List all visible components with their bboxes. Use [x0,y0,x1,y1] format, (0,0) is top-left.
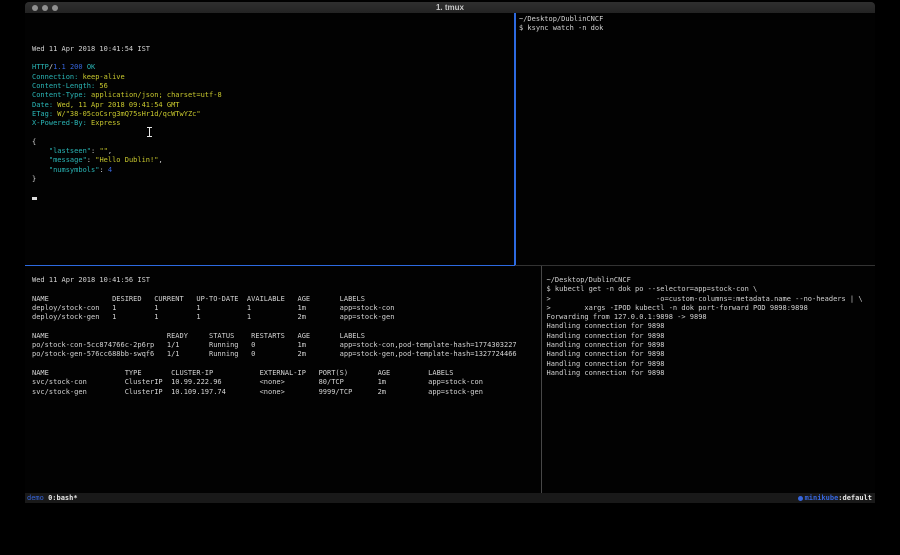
terminal-line: NAME READY STATUS RESTARTS AGE LABELS [32,332,548,341]
minimize-button[interactable] [42,5,48,11]
terminal-line [32,129,521,138]
terminal-line: deploy/stock-gen 1 1 1 1 2m app=stock-ge… [32,313,548,322]
traffic-lights [32,5,58,11]
terminal-line [32,184,521,193]
terminal-line: ETag: W/"38-05coCsrg3mQ75sHr1d/qcWTwYZc" [32,110,521,119]
terminal-cursor [32,197,37,200]
terminal-line: $ kubectl get -n dok po --selector=app=s… [547,285,879,294]
terminal-line: > -o=custom-columns=:metadata.name --no-… [547,295,879,304]
terminal-line: ~/Desktop/DublinCNCF [519,15,878,24]
pane-http-response[interactable]: Wed 11 Apr 2018 10:41:54 IST HTTP/1.1 200… [25,13,521,268]
kube-context: minikube [805,493,839,503]
terminal-line: Forwarding from 127.0.0.1:9898 -> 9898 [547,313,879,322]
terminal-line: po/stock-gen-576cc688bb-swqf6 1/1 Runnin… [32,350,548,359]
terminal-line: NAME TYPE CLUSTER-IP EXTERNAL-IP PORT(S)… [32,369,548,378]
terminal-line: "lastseen": "", [32,147,521,156]
terminal-line [32,285,548,294]
terminal-line: deploy/stock-con 1 1 1 1 1m app=stock-co… [32,304,548,313]
terminal-line: Wed 11 Apr 2018 10:41:56 IST [32,276,548,285]
mouse-ibeam-cursor [147,127,152,137]
terminal-line: Handling connection for 9898 [547,322,879,331]
terminal-line [32,322,548,331]
terminal-line: > xargs -IPOD kubectl -n dok port-forwar… [547,304,879,313]
terminal-line [32,194,521,203]
pane-port-forward[interactable]: ~/Desktop/DublinCNCF$ kubectl get -n dok… [543,266,879,503]
pane-kubectl-get[interactable]: Wed 11 Apr 2018 10:41:56 IST NAME DESIRED… [25,266,548,503]
terminal-line: Handling connection for 9898 [547,350,879,359]
window-title: 1. tmux [25,2,875,13]
terminal-line: } [32,175,521,184]
terminal-line: $ ksync watch -n dok [519,24,878,33]
terminal-line: svc/stock-con ClusterIP 10.99.222.96 <no… [32,378,548,387]
terminal-line: Wed 11 Apr 2018 10:41:54 IST [32,45,521,54]
terminal-line: ~/Desktop/DublinCNCF [547,276,879,285]
terminal-line: X-Powered-By: Express [32,119,521,128]
window-item-current[interactable]: 0:bash* [44,494,82,502]
terminal-line: "message": "Hello Dublin!", [32,156,521,165]
pane-ksync-watch[interactable]: ~/Desktop/DublinCNCF$ ksync watch -n dok [516,13,878,266]
terminal-line [32,360,548,369]
terminal-line: NAME DESIRED CURRENT UP-TO-DATE AVAILABL… [32,295,548,304]
terminal-line: svc/stock-gen ClusterIP 10.109.197.74 <n… [32,388,548,397]
terminal-line: "numsymbols": 4 [32,166,521,175]
tmux-status-bar: demo 0:bash* minikube:default [25,493,875,503]
terminal-line: Content-Length: 56 [32,82,521,91]
terminal-line: { [32,138,521,147]
zoom-button[interactable] [52,5,58,11]
status-left: demo 0:bash* [25,493,82,503]
status-right: minikube:default [798,493,875,503]
terminal-line: po/stock-con-5cc874766c-2p6rp 1/1 Runnin… [32,341,548,350]
terminal-window: 1. tmux Wed 11 Apr 2018 10:41:54 IST HTTP… [25,2,875,503]
kube-namespace: :default [838,493,872,503]
terminal-line: Date: Wed, 11 Apr 2018 09:41:54 GMT [32,101,521,110]
kubernetes-context-icon [798,496,803,501]
terminal-line: Handling connection for 9898 [547,341,879,350]
terminal-line [32,54,521,63]
terminal-line: Connection: keep-alive [32,73,521,82]
terminal-line: Handling connection for 9898 [547,332,879,341]
session-name: demo [27,494,44,502]
terminal-line: Content-Type: application/json; charset=… [32,91,521,100]
close-button[interactable] [32,5,38,11]
terminal-line: Handling connection for 9898 [547,369,879,378]
terminal-line: Handling connection for 9898 [547,360,879,369]
terminal-line: HTTP/1.1 200 OK [32,63,521,72]
window-item-label: 0:bash* [48,494,78,502]
title-bar[interactable]: 1. tmux [25,2,875,13]
